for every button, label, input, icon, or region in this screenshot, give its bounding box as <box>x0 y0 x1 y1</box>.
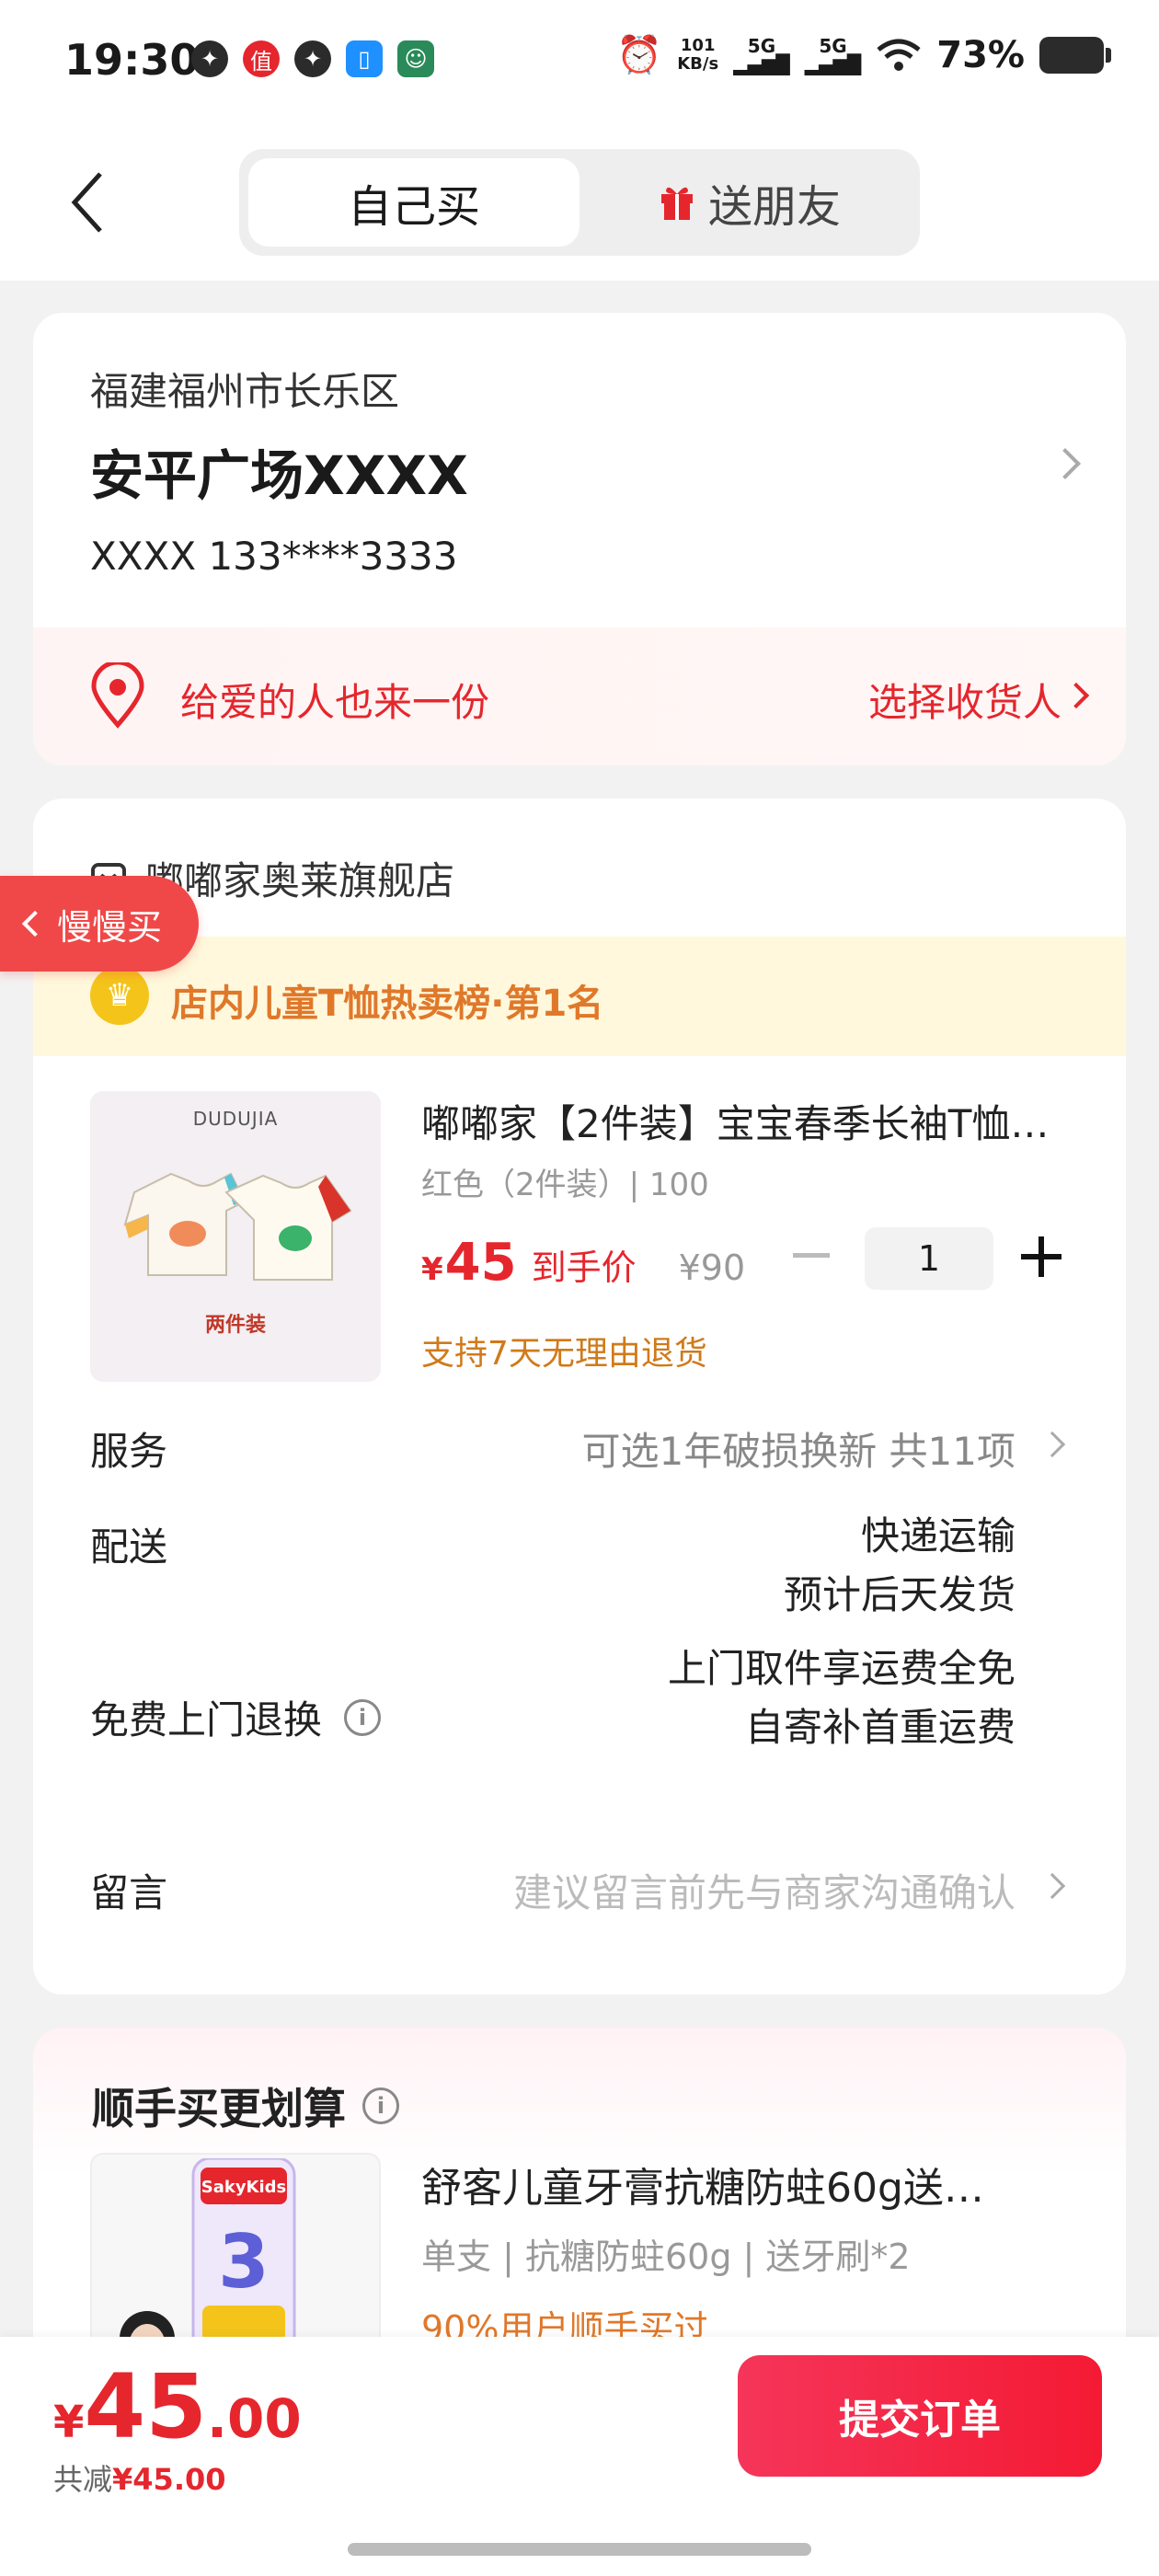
submit-order-button[interactable]: 提交订单 <box>738 2355 1102 2477</box>
chevron-right-icon <box>1050 448 1081 479</box>
status-bar: 19:30 ✦ 值 ✦ ▯ ☺ ⏰ 101 KB/s 5G ▂▄▆█ 5G ▂▄▆█… <box>0 0 1159 129</box>
price-value: 45 <box>444 1233 517 1293</box>
trophy-icon: ♛ <box>90 966 149 1025</box>
delivery-value: 快递运输 预计后天发货 <box>784 1507 1016 1625</box>
total-savings: 共减¥45.00 <box>53 2456 226 2499</box>
upsell-title-row: 顺手买更划算 i <box>92 2076 399 2136</box>
status-time: 19:30 <box>64 35 200 85</box>
signal-icon: 5G ▂▄▆█ <box>804 34 862 75</box>
message-input[interactable]: 建议留言前先与商家沟通确认 <box>513 1862 1016 1918</box>
handshake-icon: ✦ <box>294 40 331 77</box>
net-speed-value: 101 <box>680 35 716 55</box>
chevron-right-icon <box>1039 1431 1066 1458</box>
service-label: 服务 <box>90 1429 168 1474</box>
product-image-caption: 两件装 <box>204 1314 266 1337</box>
slow-buy-label: 慢慢买 <box>57 906 163 948</box>
handshake-icon: ✦ <box>191 40 228 77</box>
savings-amount: ¥45.00 <box>112 2462 226 2497</box>
quantity-increase-button[interactable] <box>1021 1236 1061 1277</box>
battery-icon <box>1039 36 1111 74</box>
wifi-icon <box>877 39 921 71</box>
address-street: 安平广场XXXX <box>90 444 468 507</box>
product-image-brand: DUDUJIA <box>192 1108 279 1130</box>
upsell-product-name[interactable]: 舒客儿童牙膏抗糖防蛀60g送… <box>421 2155 1084 2214</box>
smzdm-app-icon: 值 <box>243 40 280 77</box>
rank-banner[interactable]: ♛ 店内儿童T恤热卖榜·第1名 <box>33 937 1126 1056</box>
free-return-value: 上门取件享运费全免 自寄补首重运费 <box>668 1639 1016 1757</box>
product-spec[interactable]: 红色（2件装）| 100 <box>421 1159 709 1204</box>
checkout-bar: ¥ 45 .00 共减¥45.00 提交订单 <box>0 2337 1159 2576</box>
quantity-input[interactable]: 1 <box>865 1227 993 1290</box>
free-return-line1: 上门取件享运费全免 <box>667 1646 1016 1691</box>
price-row: ¥ 45 到手价 ¥90 <box>421 1233 745 1293</box>
tshirt-illustration <box>123 1172 352 1281</box>
choose-recipient-link[interactable]: 选择收货人 <box>868 672 1061 728</box>
chevron-left-icon <box>21 910 49 937</box>
avatar-app-icon: ☺ <box>397 40 434 77</box>
chevron-left-icon <box>71 172 102 233</box>
free-return-line2: 自寄补首重运费 <box>744 1705 1016 1750</box>
upsell-product-spec: 单支 | 抗糖防蛀60g | 送牙刷*2 <box>421 2237 911 2277</box>
price-label: 到手价 <box>531 1248 637 1288</box>
purchase-mode-switch: 自己买 送朋友 <box>239 149 920 256</box>
total-currency: ¥ <box>53 2397 85 2448</box>
gift-prompt: 给爱的人也来一份 <box>180 680 490 725</box>
original-price: ¥90 <box>678 1248 746 1288</box>
svg-text:3: 3 <box>218 2219 270 2305</box>
alarm-icon: ⏰ <box>616 34 663 76</box>
header: 自己买 送朋友 <box>0 129 1159 281</box>
location-pin-icon <box>91 662 144 729</box>
tab-send-to-friend[interactable]: 送朋友 <box>589 158 911 247</box>
address-card[interactable]: 福建福州市长乐区 安平广场XXXX XXXX 133****3333 给爱的人也… <box>33 313 1126 765</box>
info-icon[interactable]: i <box>344 1698 382 1736</box>
order-card: 嘟嘟家奥莱旗舰店 ♛ 店内儿童T恤热卖榜·第1名 DUDUJIA 两件装 嘟嘟家… <box>33 799 1126 1995</box>
product-image[interactable]: DUDUJIA 两件装 <box>90 1091 381 1382</box>
slow-buy-float-button[interactable]: 慢慢买 <box>0 876 199 972</box>
home-indicator[interactable] <box>348 2543 811 2556</box>
delivery-label: 配送 <box>90 1524 168 1570</box>
message-label: 留言 <box>90 1870 168 1915</box>
quantity-decrease-button[interactable] <box>793 1253 830 1258</box>
price-currency: ¥ <box>421 1251 443 1288</box>
service-value[interactable]: 可选1年破损换新 共11项 <box>581 1420 1016 1477</box>
battery-percent: 73% <box>936 33 1025 76</box>
signal-label: 5G <box>819 34 847 57</box>
chevron-right-icon <box>1039 1872 1066 1900</box>
upsell-title: 顺手买更划算 <box>92 2084 346 2133</box>
signal-icon: 5G ▂▄▆█ <box>733 34 790 75</box>
free-return-label-row: 免费上门退换 i <box>90 1689 382 1745</box>
chevron-right-icon <box>1062 682 1090 709</box>
address-region: 福建福州市长乐区 <box>90 369 400 414</box>
total-price: ¥ 45 .00 <box>53 2355 302 2458</box>
product-title[interactable]: 嘟嘟家【2件装】宝宝春季长袖T恤… <box>421 1093 1065 1149</box>
free-return-label: 免费上门退换 <box>90 1697 323 1742</box>
total-decimal: .00 <box>207 2387 302 2450</box>
delivery-estimate: 预计后天发货 <box>783 1572 1016 1617</box>
return-policy: 支持7天无理由退货 <box>421 1335 707 1373</box>
store-name: 嘟嘟家奥莱旗舰店 <box>145 858 455 903</box>
back-button[interactable] <box>55 166 120 239</box>
savings-label: 共减 <box>53 2462 113 2497</box>
notification-icons: ✦ 值 ✦ ▯ ☺ <box>191 40 434 77</box>
phone-app-icon: ▯ <box>346 40 383 77</box>
net-speed-unit: KB/s <box>677 53 719 74</box>
gift-icon <box>660 187 693 220</box>
gift-strip[interactable]: 给爱的人也来一份 选择收货人 <box>33 627 1126 765</box>
signal-label: 5G <box>747 34 776 57</box>
status-right: ⏰ 101 KB/s 5G ▂▄▆█ 5G ▂▄▆█ 73% <box>616 33 1111 76</box>
delivery-method: 快递运输 <box>860 1513 1016 1558</box>
net-speed: 101 KB/s <box>677 35 719 74</box>
total-integer: 45 <box>84 2355 207 2458</box>
address-contact: XXXX 133****3333 <box>90 534 458 579</box>
tab-buy-for-self[interactable]: 自己买 <box>248 158 580 247</box>
rank-text: 店内儿童T恤热卖榜·第1名 <box>171 983 604 1025</box>
tab-send-to-friend-label: 送朋友 <box>707 181 841 233</box>
info-icon[interactable]: i <box>362 2087 399 2124</box>
upsell-image-brand: SakyKids <box>201 2178 287 2197</box>
